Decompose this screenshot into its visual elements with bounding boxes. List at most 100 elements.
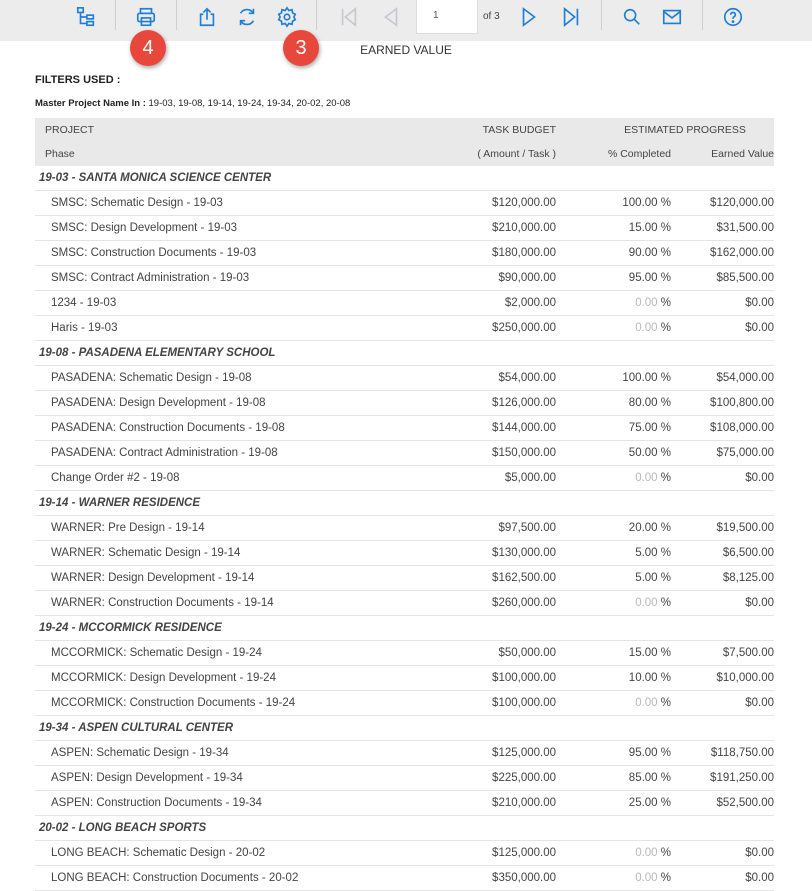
filter-label: Master Project Name In : — [35, 98, 146, 109]
filter-line: Master Project Name In : 19-03, 19-08, 1… — [35, 98, 350, 109]
table-row: Haris - 19-03 $250,000.00 0.00 % $0.00 — [35, 315, 774, 341]
earned-value-cell: $6,500.00 — [671, 540, 774, 566]
earned-value-table: PROJECT TASK BUDGET ESTIMATED PROGRESS P… — [35, 118, 774, 891]
percent-sign: % — [657, 672, 671, 684]
phase-cell: ASPEN: Design Development - 19-34 — [35, 765, 441, 791]
search-icon[interactable] — [619, 4, 645, 30]
project-group-name: 19-08 - PASADENA ELEMENTARY SCHOOL — [35, 340, 774, 366]
earned-value-cell: $0.00 — [671, 290, 774, 316]
project-group-name: 19-34 - ASPEN CULTURAL CENTER — [35, 715, 774, 741]
earned-value-cell: $118,750.00 — [671, 740, 774, 766]
first-page-icon[interactable] — [336, 4, 362, 30]
phase-cell: SMSC: Contract Administration - 19-03 — [35, 265, 441, 291]
phase-cell: PASADENA: Schematic Design - 19-08 — [35, 365, 441, 391]
percent-sign: % — [657, 547, 671, 559]
pct-completed-cell: 95.00 % — [556, 265, 671, 291]
table-row: WARNER: Schematic Design - 19-14 $130,000… — [35, 540, 774, 566]
task-budget-cell: $97,500.00 — [441, 515, 556, 541]
percent-sign: % — [657, 422, 671, 434]
help-icon[interactable] — [720, 4, 746, 30]
refresh-icon[interactable] — [234, 4, 260, 30]
pct-completed-value: 50.00 — [628, 447, 658, 459]
earned-value-cell: $120,000.00 — [671, 190, 774, 216]
table-row: MCCORMICK: Construction Documents - 19-2… — [35, 690, 774, 716]
pct-completed-cell: 20.00 % — [556, 515, 671, 541]
earned-value-cell: $162,000.00 — [671, 240, 774, 266]
earned-value-cell: $0.00 — [671, 590, 774, 616]
pct-completed-value: 25.00 — [628, 797, 658, 809]
task-budget-cell: $5,000.00 — [441, 465, 556, 491]
page-number-input[interactable]: 1 — [416, 0, 478, 34]
toolbar-divider — [601, 0, 602, 30]
earned-value-cell: $0.00 — [671, 865, 774, 891]
task-budget-cell: $180,000.00 — [441, 240, 556, 266]
percent-sign: % — [657, 472, 671, 484]
email-icon[interactable] — [659, 4, 685, 30]
earned-value-cell: $75,000.00 — [671, 440, 774, 466]
pct-completed-value: 20.00 — [628, 522, 658, 534]
phase-cell: ASPEN: Construction Documents - 19-34 — [35, 790, 441, 816]
pct-completed-cell: 100.00 % — [556, 190, 671, 216]
print-icon[interactable] — [133, 4, 159, 30]
header-task-budget: TASK BUDGET — [441, 118, 556, 142]
table-row: PASADENA: Schematic Design - 19-08 $54,00… — [35, 365, 774, 391]
pct-completed-value: 95.00 — [628, 747, 658, 759]
table-row: ASPEN: Construction Documents - 19-34 $21… — [35, 790, 774, 816]
percent-sign: % — [657, 272, 671, 284]
header-phase: Phase — [35, 142, 441, 166]
percent-sign: % — [657, 397, 671, 409]
earned-value-cell: $52,500.00 — [671, 790, 774, 816]
table-subheader-row: Phase ( Amount / Task ) % Completed Earn… — [35, 142, 774, 166]
project-group-row: 19-34 - ASPEN CULTURAL CENTER — [35, 715, 774, 741]
pct-completed-value: 85.00 — [628, 772, 658, 784]
phase-cell: PASADENA: Construction Documents - 19-08 — [35, 415, 441, 441]
project-group-row: 19-24 - MCCORMICK RESIDENCE — [35, 615, 774, 641]
percent-sign: % — [657, 297, 671, 309]
filters-heading: FILTERS USED : — [35, 74, 121, 86]
table-row: SMSC: Design Development - 19-03 $210,000… — [35, 215, 774, 241]
percent-sign: % — [657, 597, 671, 609]
pct-completed-cell: 95.00 % — [556, 740, 671, 766]
pct-completed-cell: 15.00 % — [556, 640, 671, 666]
settings-gear-icon[interactable] — [274, 4, 300, 30]
header-project: PROJECT — [35, 118, 441, 142]
task-budget-cell: $125,000.00 — [441, 740, 556, 766]
pct-completed-cell: 5.00 % — [556, 565, 671, 591]
phase-cell: 1234 - 19-03 — [35, 290, 441, 316]
pct-completed-cell: 0.00 % — [556, 590, 671, 616]
pct-completed-cell: 0.00 % — [556, 290, 671, 316]
pct-completed-value: 15.00 — [628, 222, 658, 234]
pct-completed-cell: 0.00 % — [556, 465, 671, 491]
pct-completed-value: 0.00 — [635, 597, 658, 609]
pct-completed-cell: 75.00 % — [556, 415, 671, 441]
header-estimated-progress: ESTIMATED PROGRESS — [556, 118, 774, 142]
pct-completed-value: 95.00 — [628, 272, 658, 284]
phase-cell: WARNER: Schematic Design - 19-14 — [35, 540, 441, 566]
table-row: SMSC: Construction Documents - 19-03 $180… — [35, 240, 774, 266]
percent-sign: % — [657, 447, 671, 459]
previous-page-icon[interactable] — [378, 4, 404, 30]
table-row: LONG BEACH: Schematic Design - 20-02 $125… — [35, 840, 774, 866]
phase-cell: Change Order #2 - 19-08 — [35, 465, 441, 491]
table-row: WARNER: Pre Design - 19-14 $97,500.00 20.0… — [35, 515, 774, 541]
pct-completed-value: 0.00 — [635, 872, 658, 884]
pct-completed-value: 10.00 — [628, 672, 658, 684]
phase-cell: PASADENA: Design Development - 19-08 — [35, 390, 441, 416]
pct-completed-cell: 25.00 % — [556, 790, 671, 816]
hierarchy-icon[interactable] — [73, 4, 99, 30]
report-toolbar: 1 of 3 — [0, 0, 812, 41]
task-budget-cell: $100,000.00 — [441, 665, 556, 691]
pct-completed-value: 75.00 — [628, 422, 658, 434]
export-icon[interactable] — [194, 4, 220, 30]
header-earned-value: Earned Value — [671, 142, 774, 166]
percent-sign: % — [657, 747, 671, 759]
phase-cell: ASPEN: Schematic Design - 19-34 — [35, 740, 441, 766]
percent-sign: % — [657, 697, 671, 709]
table-row: ASPEN: Design Development - 19-34 $225,00… — [35, 765, 774, 791]
last-page-icon[interactable] — [558, 4, 584, 30]
phase-cell: MCCORMICK: Design Development - 19-24 — [35, 665, 441, 691]
pct-completed-value: 5.00 — [635, 572, 658, 584]
earned-value-cell: $7,500.00 — [671, 640, 774, 666]
next-page-icon[interactable] — [516, 4, 542, 30]
task-budget-cell: $130,000.00 — [441, 540, 556, 566]
